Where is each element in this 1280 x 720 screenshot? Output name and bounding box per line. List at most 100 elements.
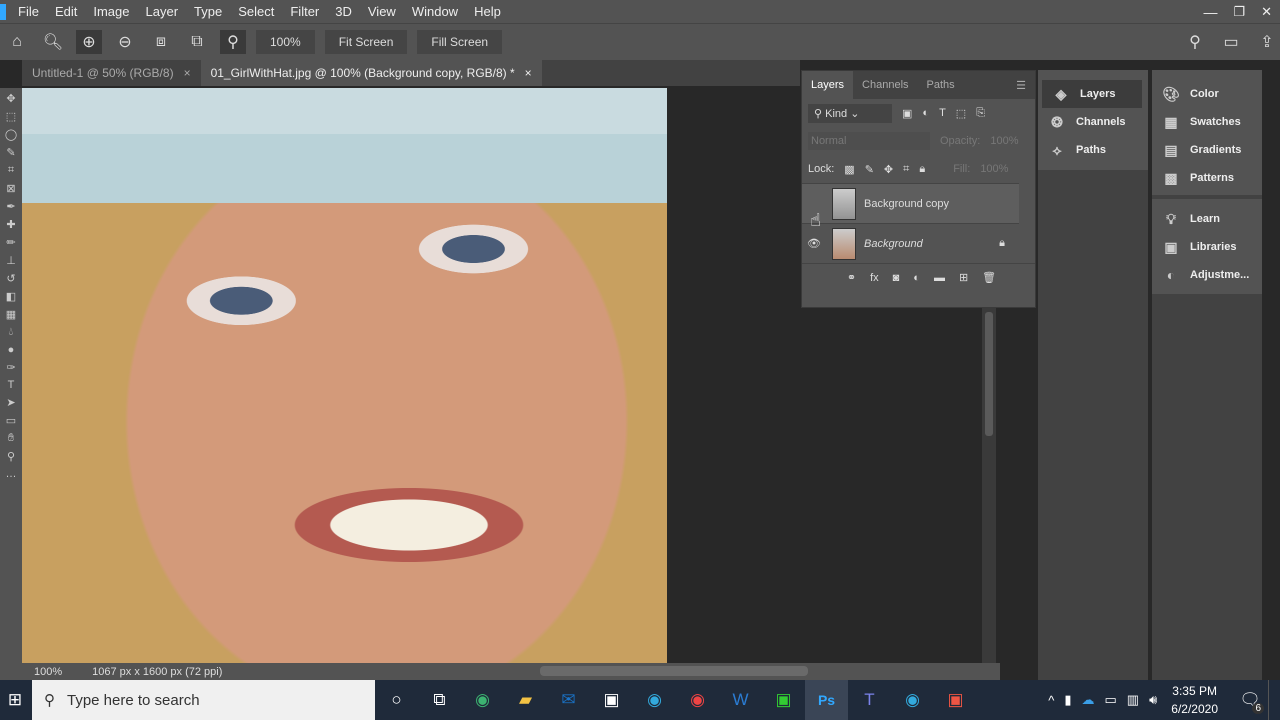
dock-layers[interactable]: ◈ Layers [1042, 80, 1142, 108]
zoom-in-icon[interactable]: ⊕ [76, 30, 102, 54]
start-button[interactable]: ⊞ [0, 680, 30, 720]
blend-mode-select[interactable]: Normal [808, 132, 930, 150]
kind-filter-select[interactable]: ⚲ Kind ⌄ [808, 103, 892, 123]
dock-swatches[interactable]: ▦ Swatches [1152, 108, 1262, 136]
stamp-tool-icon[interactable]: ⊥ [6, 254, 16, 267]
lock-all-icon[interactable]: 🔒︎ [919, 163, 925, 176]
zoom-tool-icon[interactable]: 🔍︎ [40, 30, 66, 54]
lock-pixels-icon[interactable]: ✎ [865, 163, 874, 176]
dock-color[interactable]: 🎨︎ Color [1152, 80, 1262, 108]
layer-name[interactable]: Background [864, 238, 923, 250]
lasso-tool-icon[interactable]: ◯ [5, 128, 17, 141]
layer-name[interactable]: Background copy [864, 198, 949, 210]
zoom-tool-icon[interactable]: ⚲ [7, 450, 15, 463]
menu-image[interactable]: Image [85, 4, 137, 19]
new-layer-icon[interactable]: ⊞ [959, 271, 968, 284]
filter-shape-icon[interactable]: ⬚ [956, 107, 966, 120]
trash-icon[interactable]: 🗑︎ [982, 271, 996, 284]
dock-adjustments[interactable]: ◐ Adjustme... [1152, 261, 1262, 289]
filter-type-icon[interactable]: T [939, 107, 946, 119]
fx-icon[interactable]: fx [870, 272, 879, 284]
crop-tool-icon[interactable]: ⌗ [8, 164, 14, 177]
menu-file[interactable]: File [10, 4, 47, 19]
zoom-level-field[interactable]: 100% [256, 30, 315, 54]
menu-type[interactable]: Type [186, 4, 230, 19]
dodge-tool-icon[interactable]: ● [8, 344, 15, 356]
zoom-all-windows-icon[interactable]: ⧉ [184, 30, 210, 54]
edge-chromium-icon[interactable]: ◉ [633, 680, 676, 720]
menu-layer[interactable]: Layer [138, 4, 187, 19]
doc-info[interactable]: 1067 px x 1600 px (72 ppi) [92, 666, 222, 678]
dock-paths[interactable]: ⟡ Paths [1038, 136, 1148, 164]
restore-button[interactable]: ❐ [1225, 4, 1253, 20]
fill-screen-button[interactable]: Fill Screen [417, 30, 503, 54]
microphone-icon[interactable]: ▮ [1064, 692, 1071, 708]
clock[interactable]: 3:35 PM 6/2/2020 [1171, 682, 1218, 718]
outlook-icon[interactable]: ✉ [547, 680, 590, 720]
network-icon[interactable]: ▥ [1127, 692, 1139, 708]
document-canvas[interactable] [22, 88, 667, 663]
edge-dev-icon[interactable]: ◉ [891, 680, 934, 720]
link-layers-icon[interactable]: ⚭ [847, 271, 856, 284]
workspace-icon[interactable]: ▭ [1218, 30, 1244, 54]
dock-gradients[interactable]: ▤ Gradients [1152, 136, 1262, 164]
add-mask-icon[interactable]: ◙ [893, 272, 900, 284]
lock-position-icon[interactable]: ✥ [884, 163, 893, 176]
lock-transparent-icon[interactable]: ▩ [844, 163, 854, 176]
close-tab-icon[interactable]: × [184, 66, 191, 80]
cortana-icon[interactable]: ○ [375, 680, 418, 720]
menu-help[interactable]: Help [466, 4, 509, 19]
app-icon[interactable]: ▣ [590, 680, 633, 720]
chrome-icon[interactable]: ◉ [676, 680, 719, 720]
horizontal-scrollbar[interactable] [540, 666, 808, 676]
history-brush-icon[interactable]: ↺ [6, 272, 15, 285]
layer-row-background[interactable]: 👁︎ Background 🔒︎ [802, 223, 1019, 263]
quick-select-icon[interactable]: ✎ [6, 146, 15, 159]
blur-tool-icon[interactable]: 💧︎ [9, 326, 13, 339]
pen-tool-icon[interactable]: ✑ [6, 361, 15, 374]
camtasia-green-icon[interactable]: ▣ [762, 680, 805, 720]
close-tab-icon[interactable]: × [525, 66, 532, 80]
eraser-icon[interactable]: ◧ [6, 290, 16, 303]
filter-smart-object-icon[interactable]: ⎘ [976, 107, 985, 120]
photoshop-icon[interactable]: Ps [805, 680, 848, 720]
show-hidden-icons[interactable]: ^ [1048, 693, 1054, 708]
status-zoom[interactable]: 100% [34, 666, 62, 678]
tab-layers[interactable]: Layers [802, 71, 854, 99]
adjustment-layer-icon[interactable]: ◐ [913, 272, 920, 284]
gradient-tool-icon[interactable]: ▦ [6, 308, 16, 321]
healing-brush-icon[interactable]: ✚ [6, 218, 15, 231]
frame-tool-icon[interactable]: ⊠ [6, 182, 15, 195]
battery-icon[interactable]: ▭ [1104, 692, 1116, 708]
vertical-scrollbar[interactable] [982, 308, 996, 663]
dock-learn[interactable]: 💡︎ Learn [1152, 205, 1262, 233]
rectangle-tool-icon[interactable]: ▭ [6, 414, 16, 427]
camtasia-icon[interactable]: ▣ [934, 680, 977, 720]
share-icon[interactable]: ⇪ [1254, 30, 1280, 54]
fill-field[interactable]: 100% [980, 163, 1008, 175]
tab-paths[interactable]: Paths [918, 71, 964, 99]
new-group-icon[interactable]: ▬ [934, 272, 945, 284]
edge-icon[interactable]: ◉ [461, 680, 504, 720]
eye-icon[interactable]: 👁︎ [802, 237, 826, 250]
tab-girl-with-hat[interactable]: 01_GirlWithHat.jpg @ 100% (Background co… [200, 60, 542, 86]
eyedropper-icon[interactable]: ✒ [6, 200, 15, 213]
zoom-out-icon[interactable]: ⊖ [112, 30, 138, 54]
menu-view[interactable]: View [360, 4, 404, 19]
menu-select[interactable]: Select [230, 4, 282, 19]
filter-pixel-icon[interactable]: ▣ [902, 107, 912, 120]
taskbar-search[interactable]: ⚲ Type here to search [32, 680, 375, 720]
dock-patterns[interactable]: ▩ Patterns [1152, 164, 1262, 192]
task-view-icon[interactable]: ⧉ [418, 680, 461, 720]
panel-menu-icon[interactable]: ☰ [1007, 71, 1035, 99]
move-tool-icon[interactable]: ✥ [6, 92, 15, 105]
close-button[interactable]: ✕ [1253, 4, 1280, 20]
hand-tool-icon[interactable]: ✋︎ [8, 432, 14, 445]
filter-adjustment-icon[interactable]: ◐ [922, 107, 929, 119]
path-select-icon[interactable]: ➤ [6, 396, 15, 409]
search-icon[interactable]: ⚲ [1182, 30, 1208, 54]
lock-artboard-icon[interactable]: ⌗ [903, 163, 909, 176]
resize-windows-icon[interactable]: ⧈ [148, 30, 174, 54]
menu-3d[interactable]: 3D [327, 4, 360, 19]
type-tool-icon[interactable]: T [8, 379, 15, 391]
